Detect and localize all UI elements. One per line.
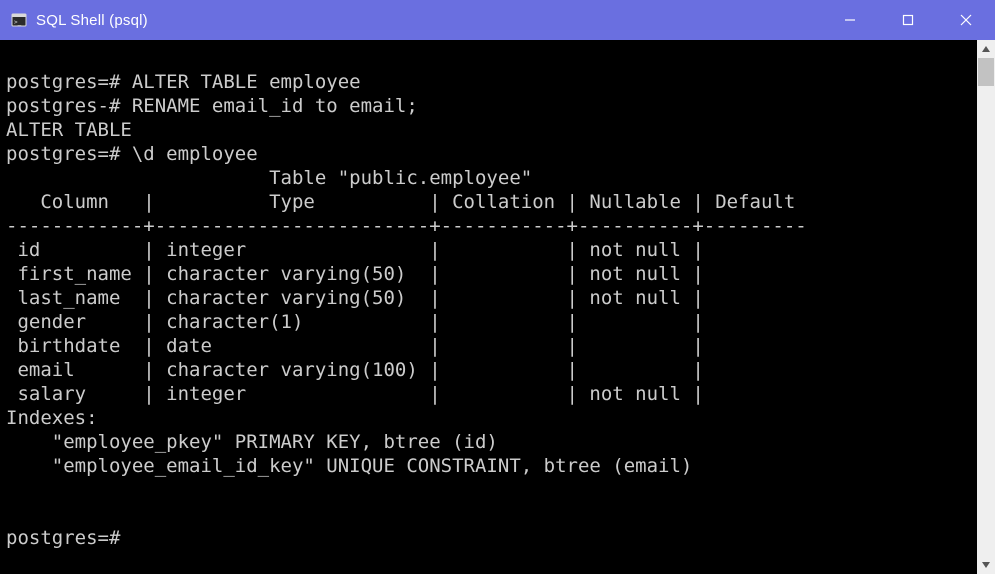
scroll-down-arrow[interactable]	[977, 556, 995, 574]
scroll-thumb[interactable]	[978, 58, 994, 86]
app-icon: >_	[10, 11, 28, 29]
vertical-scrollbar[interactable]	[977, 40, 995, 574]
titlebar[interactable]: >_ SQL Shell (psql)	[0, 0, 995, 40]
window-title: SQL Shell (psql)	[36, 12, 148, 29]
scroll-up-arrow[interactable]	[977, 40, 995, 58]
maximize-button[interactable]	[879, 0, 937, 40]
terminal-output[interactable]: postgres=# ALTER TABLE employee postgres…	[0, 40, 977, 574]
minimize-button[interactable]	[821, 0, 879, 40]
close-button[interactable]	[937, 0, 995, 40]
app-window: >_ SQL Shell (psql) postgres=# ALTER TAB…	[0, 0, 995, 574]
svg-text:>_: >_	[14, 19, 22, 26]
terminal-area: postgres=# ALTER TABLE employee postgres…	[0, 40, 995, 574]
